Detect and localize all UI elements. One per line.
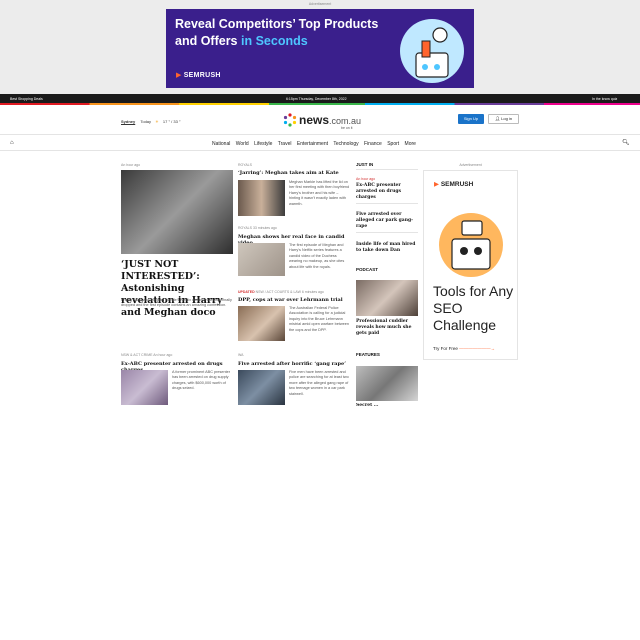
lead-story-headline[interactable]: ‘JUST NOT INTERESTED’: Astonishing revel…: [121, 259, 237, 319]
advertisement-label: Advertisement: [459, 163, 482, 167]
best-shopping-deals-link[interactable]: Best Shopping Deals: [10, 97, 43, 101]
today-label: Today: [140, 119, 152, 124]
semrush-banner-ad[interactable]: Reveal Competitors’ Top Products and Off…: [166, 9, 474, 88]
story-category[interactable]: WA: [238, 353, 244, 357]
story-meta: UPDATED NSW / ACT COURTS & LAW 6 minutes…: [238, 290, 324, 294]
divider: [356, 203, 418, 204]
story-summary: The first episode of Meghan and Harry’s …: [289, 243, 345, 269]
logo-dots-icon: [283, 113, 297, 127]
story-meta: ROYALS 33 minutes ago: [238, 226, 277, 230]
divider: [356, 169, 418, 170]
main-navigation: ⌂ National World Lifestyle Travel Entert…: [0, 136, 640, 151]
lead-story-summary: Prince Harry and Meghan Markle’s Netflix…: [121, 298, 232, 308]
nav-item-national[interactable]: National: [212, 141, 230, 147]
story-thumbnail[interactable]: [238, 243, 285, 276]
just-in-item[interactable]: Ex-ABC presenter arrested on drugs charg…: [356, 183, 418, 201]
podcast-image[interactable]: [356, 280, 418, 316]
ad-illustration: [439, 213, 503, 277]
ad-illustration: [400, 19, 464, 83]
user-icon: 👤︎: [494, 116, 501, 121]
ad-headline: Reveal Competitors’ Top Products and Off…: [175, 17, 379, 48]
top-advertisement-area: Advertisement Reveal Competitors’ Top Pr…: [0, 0, 640, 94]
nav-item-more[interactable]: More: [405, 141, 416, 147]
site-header: Sydney Today ☀ 17 ° / 33 ° news.com.au b…: [0, 105, 640, 135]
podcast-heading: PODCAST: [356, 267, 379, 272]
just-in-item[interactable]: Inside life of man hired to take down Da…: [356, 242, 418, 254]
sign-up-button[interactable]: Sign Up: [458, 114, 484, 124]
semrush-logo: ▶ SEMRUSH: [434, 181, 474, 188]
nav-item-entertainment[interactable]: Entertainment: [297, 141, 328, 147]
advertisement-label: Advertisement: [308, 2, 332, 6]
semrush-side-ad[interactable]: ▶ SEMRUSH Tools for Any SEO Challenge Tr…: [423, 170, 518, 360]
nav-item-sport[interactable]: Sport: [387, 141, 399, 147]
current-date-time: 6:15pm Thursday, December 8th, 2022: [286, 97, 347, 101]
try-for-free-link[interactable]: Try For Free ———————→: [433, 346, 495, 351]
top-utility-bar: Best Shopping Deals 6:15pm Thursday, Dec…: [0, 94, 640, 103]
story-headline[interactable]: Five arrested after horrific ‘gang rape’: [238, 361, 350, 367]
features-image[interactable]: [356, 366, 418, 401]
story-meta: NSW & ACT CRIME An hour ago: [121, 353, 173, 357]
log-in-button[interactable]: 👤︎ Log in: [488, 114, 519, 124]
just-in-time: An hour ago: [356, 177, 376, 181]
ad-headline: Tools for Any SEO Challenge: [433, 283, 514, 333]
semrush-flame-icon: ▶: [434, 181, 439, 188]
weather-widget[interactable]: Sydney Today ☀ 17 ° / 33 °: [121, 119, 181, 124]
story-headline[interactable]: DPP, cops at war over Lehrmann trial: [238, 297, 350, 303]
logo-tagline: be on it: [341, 126, 353, 130]
story-headline[interactable]: ‘Jarring’: Meghan takes aim at Kate: [238, 170, 350, 176]
arrow-right-icon: ———————→: [459, 346, 496, 351]
location-link[interactable]: Sydney: [121, 119, 135, 124]
semrush-logo: ▶ SEMRUSH: [176, 72, 221, 79]
story-category[interactable]: ROYALS: [238, 163, 252, 167]
home-icon[interactable]: ⌂: [10, 140, 14, 146]
semrush-flame-icon: ▶: [176, 72, 182, 79]
story-summary: The Australian Federal Police Associatio…: [289, 306, 349, 332]
nav-item-finance[interactable]: Finance: [364, 141, 382, 147]
nav-item-world[interactable]: World: [236, 141, 249, 147]
nav-item-lifestyle[interactable]: Lifestyle: [254, 141, 272, 147]
story-thumbnail[interactable]: [238, 180, 285, 216]
temperature-range: 17 ° / 33 °: [162, 119, 181, 124]
features-headline-cutoff[interactable]: Secret ...: [356, 403, 418, 406]
story-summary: A former prominent ABC presenter has bee…: [172, 370, 231, 391]
just-in-heading: JUST IN: [356, 162, 374, 167]
divider: [356, 232, 418, 233]
story-thumbnail[interactable]: [121, 370, 168, 405]
story-summary: Five men have been arrested and police a…: [289, 370, 349, 396]
podcast-headline[interactable]: Professional cuddler reveals how much sh…: [356, 319, 418, 337]
just-in-item[interactable]: Five arrested over alleged car park gang…: [356, 212, 418, 230]
story-summary: Meghan Markle has lifted the lid on her …: [289, 180, 350, 206]
nav-item-travel[interactable]: Travel: [278, 141, 292, 147]
quiz-link[interactable]: In the know quiz: [592, 97, 617, 101]
features-heading: FEATURES: [356, 352, 380, 357]
sun-cloud-icon: ☀: [155, 119, 159, 124]
story-thumbnail[interactable]: [238, 370, 285, 405]
logo-wordmark: news.com.au: [299, 113, 362, 127]
story-thumbnail[interactable]: [238, 306, 285, 341]
search-icon[interactable]: 🔍︎: [622, 139, 630, 146]
lead-story-image[interactable]: [121, 170, 233, 254]
nav-item-technology[interactable]: Technology: [333, 141, 358, 147]
lead-story-time: An hour ago: [121, 163, 141, 167]
